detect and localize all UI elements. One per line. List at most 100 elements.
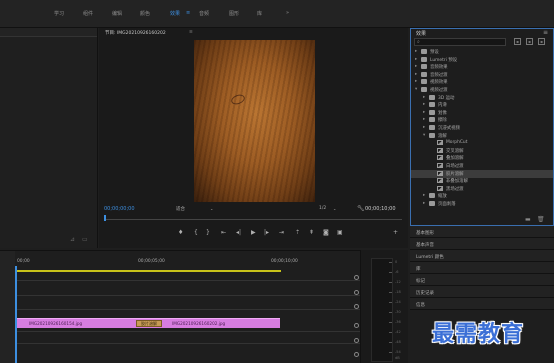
comparison-view-icon[interactable]: ▣ <box>337 229 343 236</box>
folder-icon <box>429 201 435 206</box>
add-marker-icon[interactable]: ♦ <box>178 229 183 236</box>
go-to-out-icon[interactable]: ⇥ <box>279 229 284 236</box>
effects-item-label: 沉浸式视频 <box>438 126 460 131</box>
transition-icon <box>437 170 443 176</box>
folder-icon <box>421 49 427 54</box>
export-frame-icon[interactable]: ◙ <box>323 229 329 236</box>
workspace-bar: 学习 组件 编辑 颜色 效果 ≡ 音频 图形 库 » <box>0 0 554 28</box>
step-forward-icon[interactable]: |▸ <box>264 229 269 236</box>
mark-out-icon[interactable]: } <box>206 229 210 236</box>
chevron-down-icon[interactable]: ⌄ <box>210 206 213 211</box>
chevron-right-icon[interactable]: ▸ <box>423 95 425 100</box>
chevron-down-icon[interactable]: ▾ <box>423 133 425 138</box>
transition-icon <box>437 163 443 168</box>
chevron-right-icon[interactable]: ▸ <box>415 49 417 54</box>
wrench-icon[interactable]: 🔧︎ <box>357 205 365 212</box>
panel-tab[interactable]: 信息 <box>410 298 554 310</box>
effects-folder-item[interactable]: ▸ 页面剥落 <box>411 200 553 208</box>
more-workspaces-button[interactable]: » <box>286 10 289 16</box>
chevron-right-icon[interactable]: ▸ <box>423 117 425 122</box>
panel-tab[interactable]: Lumetri 颜色 <box>410 250 554 262</box>
keyframe-toggle-icon[interactable] <box>354 304 359 309</box>
scrubber-playhead[interactable] <box>104 215 106 221</box>
chevron-right-icon[interactable]: ▸ <box>423 110 425 115</box>
folder-icon <box>429 193 435 199</box>
keyframe-toggle-icon[interactable] <box>354 323 359 328</box>
watermark-logo: 最需教育 <box>432 321 525 347</box>
effects-item-label: 非叠加溶解 <box>446 179 468 185</box>
workspace-menu-icon[interactable]: ≡ <box>186 10 190 16</box>
keyframe-toggle-icon[interactable] <box>354 338 359 343</box>
program-monitor: 节目: IMG20210926160202 ≡ 00;00;00;00 适合 ⌄… <box>99 28 408 248</box>
workspace-tab-graphics[interactable]: 图形 <box>229 10 239 17</box>
effects-item-label: MorphCut <box>446 140 468 146</box>
playback-resolution-select[interactable]: 1/2 <box>319 206 326 211</box>
timeline-playhead[interactable] <box>15 266 17 363</box>
keyframe-toggle-icon[interactable] <box>354 290 359 295</box>
keyframe-toggle-icon[interactable] <box>354 352 359 357</box>
effects-item-label: 预设 <box>430 50 439 55</box>
chevron-right-icon[interactable]: ▸ <box>423 125 425 130</box>
track-divider <box>15 280 360 281</box>
workspace-tab-learn[interactable]: 学习 <box>54 10 64 17</box>
32bit-effects-icon[interactable]: ▪ <box>526 38 533 45</box>
program-monitor-tab[interactable]: 节目: IMG20210926160202 <box>105 30 166 36</box>
new-bin-icon[interactable]: ▬ <box>525 216 531 223</box>
workspace-tab-color[interactable]: 颜色 <box>140 10 150 17</box>
meter-tick-line <box>389 312 392 313</box>
meter-tick-line <box>389 332 392 333</box>
add-button-icon[interactable]: + <box>393 229 398 236</box>
lift-icon[interactable]: ⇡ <box>295 229 300 236</box>
workspace-tab-assembly[interactable]: 组件 <box>83 10 93 17</box>
chevron-right-icon[interactable]: ▸ <box>415 64 417 69</box>
workspace-tab-effects[interactable]: 效果 <box>170 10 180 17</box>
panel-menu-icon[interactable]: ≡ <box>189 30 193 35</box>
meter-tick-label: -54 <box>395 350 401 354</box>
effects-panel-title[interactable]: 效果 <box>416 30 426 37</box>
effects-item-label: 3D 运动 <box>438 95 455 101</box>
panel-menu-icon[interactable]: ≡ <box>543 29 548 36</box>
trash-icon[interactable]: 🗑︎ <box>537 216 545 223</box>
panel-tab[interactable]: 标记 <box>410 274 554 286</box>
panel-tab[interactable]: 基本声音 <box>410 238 554 250</box>
go-to-in-icon[interactable]: ⇤ <box>221 229 226 236</box>
folder-icon <box>421 64 427 70</box>
panel-tab[interactable]: 历史记录 <box>410 286 554 298</box>
transition-block[interactable]: 胶片溶解 <box>136 320 162 327</box>
duration-timecode: 00;00;10;00 <box>365 206 396 212</box>
folder-icon <box>429 109 435 115</box>
workspace-tab-editing[interactable]: 编辑 <box>112 10 122 17</box>
extract-icon[interactable]: ⇞ <box>309 229 314 236</box>
meter-tick-label: -48 <box>395 340 401 344</box>
accelerated-effects-icon[interactable]: ▪ <box>514 38 521 45</box>
monitor-scrubber[interactable] <box>104 215 402 221</box>
work-area-bar[interactable] <box>15 270 281 272</box>
chevron-right-icon[interactable]: ▸ <box>423 102 425 107</box>
effects-item-label: 内滑 <box>438 103 447 109</box>
effects-panel: 效果 ≡ ⌕ ▪ ▪ ▪ ▸ 预设 ▸ Lumetri 预设 ▸ 音频效果 ▸ 音频过渡 ▸ 视频… <box>410 28 554 226</box>
icon-view-icon[interactable]: ▭ <box>82 236 88 243</box>
yuv-effects-icon[interactable]: ▪ <box>538 38 545 45</box>
project-panel-header <box>0 28 97 37</box>
zoom-fit-select[interactable]: 适合 <box>176 206 185 212</box>
chevron-right-icon[interactable]: ▸ <box>423 201 425 206</box>
workspace-tab-libraries[interactable]: 库 <box>257 10 262 17</box>
meter-tick-label: -42 <box>395 330 401 334</box>
panel-tab[interactable]: 基本图形 <box>410 226 554 238</box>
effects-item-label: 视频过渡 <box>430 88 448 93</box>
chevron-right-icon[interactable]: ▸ <box>423 193 425 198</box>
chevron-down-icon[interactable]: ▾ <box>415 87 417 92</box>
chevron-right-icon[interactable]: ▸ <box>415 72 417 77</box>
keyframe-toggle-icon[interactable] <box>354 275 359 280</box>
chevron-right-icon[interactable]: ▸ <box>415 57 417 62</box>
effects-search-input[interactable]: ⌕ <box>414 38 506 46</box>
mark-in-icon[interactable]: { <box>194 229 198 236</box>
step-back-icon[interactable]: ◂| <box>236 229 241 236</box>
panel-tab[interactable]: 库 <box>410 262 554 274</box>
play-icon[interactable]: ▶ <box>251 229 256 236</box>
list-view-icon[interactable]: ⊿ <box>70 236 75 243</box>
chevron-down-icon[interactable]: ⌄ <box>333 206 336 211</box>
chevron-right-icon[interactable]: ▸ <box>415 79 417 84</box>
playhead-timecode[interactable]: 00;00;00;00 <box>104 206 135 212</box>
workspace-tab-audio[interactable]: 音频 <box>199 10 209 17</box>
